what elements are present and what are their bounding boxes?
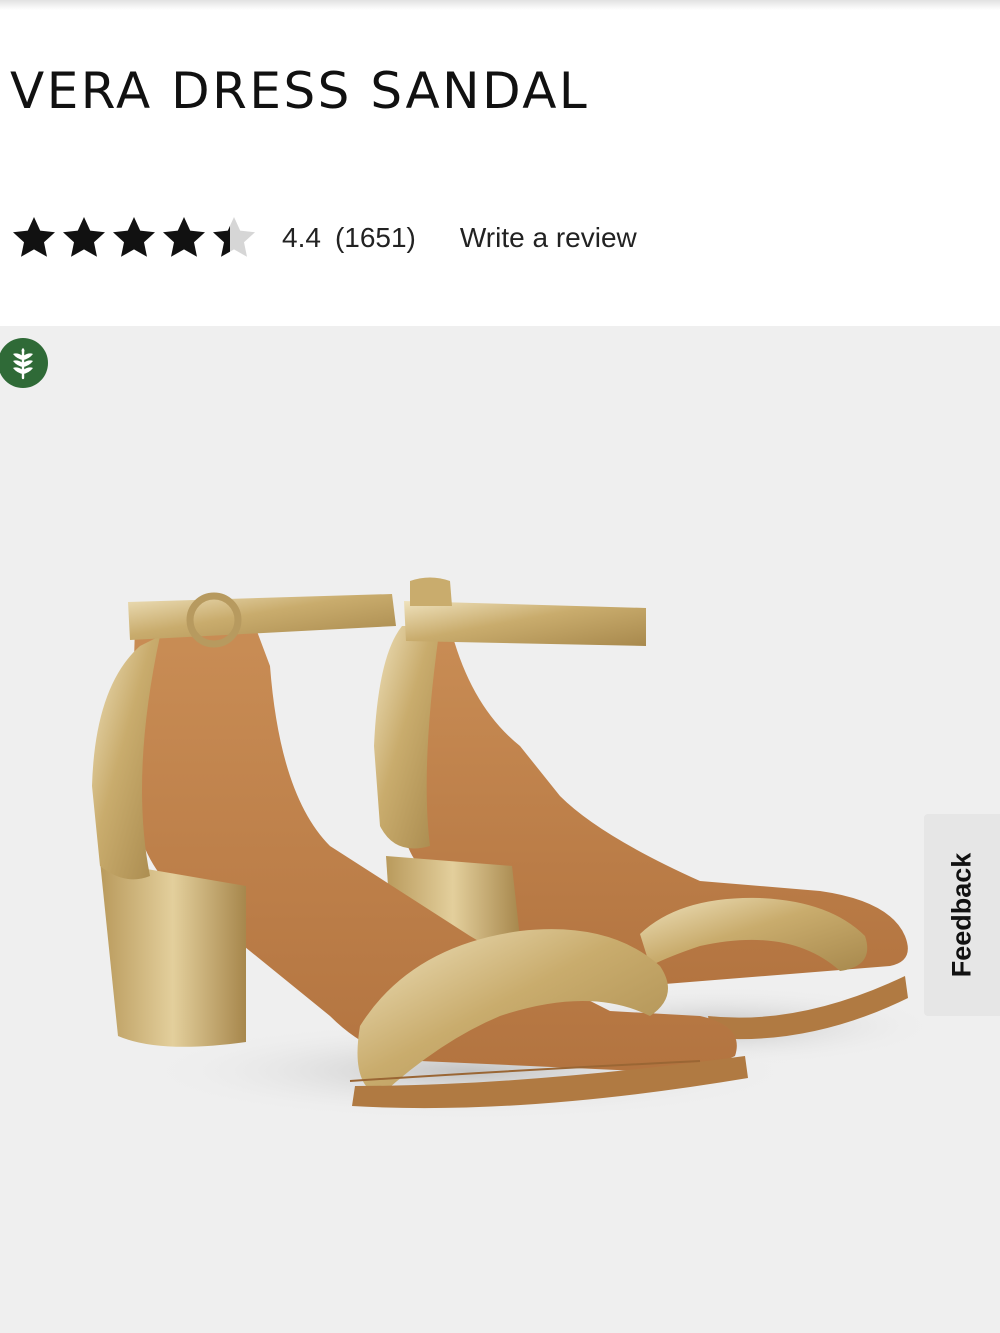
- rating-value: 4.4: [282, 222, 321, 253]
- header-shadow: [0, 0, 1000, 10]
- star-icon: [113, 217, 155, 257]
- leaf-wheat-icon: [13, 348, 33, 380]
- feedback-label: Feedback: [946, 852, 977, 978]
- rating-row: 4.4 (1651) Write a review: [10, 210, 637, 266]
- eco-badge: [0, 338, 48, 388]
- star-rating[interactable]: [10, 214, 260, 262]
- product-image: [92, 577, 940, 1121]
- star-icon: [63, 217, 105, 257]
- review-count[interactable]: (1651): [335, 222, 416, 254]
- product-title: VERA DRESS SANDAL: [10, 62, 590, 120]
- feedback-tab[interactable]: Feedback: [924, 814, 1000, 1016]
- star-icon: [163, 217, 205, 257]
- star-icon: [13, 217, 55, 257]
- star-icon: [213, 217, 255, 257]
- write-review-link[interactable]: Write a review: [460, 222, 637, 254]
